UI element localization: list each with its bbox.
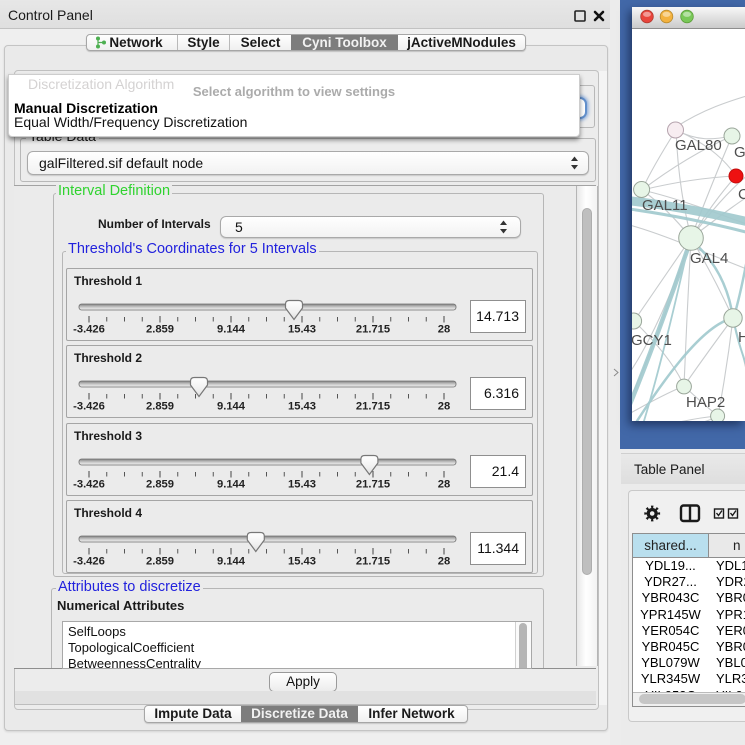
svg-text:28: 28 xyxy=(438,479,450,491)
svg-text:H: H xyxy=(738,329,745,346)
svg-text:28: 28 xyxy=(438,401,450,413)
svg-text:2.859: 2.859 xyxy=(146,556,174,568)
svg-text:21.715: 21.715 xyxy=(356,556,390,568)
svg-text:21.715: 21.715 xyxy=(356,401,390,413)
svg-text:2.859: 2.859 xyxy=(146,324,174,336)
svg-text:2.859: 2.859 xyxy=(146,479,174,491)
svg-text:-3.426: -3.426 xyxy=(73,401,105,413)
svg-text:21.715: 21.715 xyxy=(356,479,390,491)
svg-text:28: 28 xyxy=(438,324,450,336)
svg-text:15.43: 15.43 xyxy=(288,324,316,336)
svg-text:9.144: 9.144 xyxy=(217,479,246,491)
svg-text:C: C xyxy=(738,186,745,203)
svg-text:-3.426: -3.426 xyxy=(73,556,105,568)
svg-text:-3.426: -3.426 xyxy=(73,324,105,336)
svg-text:-3.426: -3.426 xyxy=(73,479,105,491)
svg-text:2.859: 2.859 xyxy=(146,401,174,413)
svg-text:GAL80: GAL80 xyxy=(675,137,722,154)
svg-text:15.43: 15.43 xyxy=(288,479,316,491)
svg-text:15.43: 15.43 xyxy=(288,556,316,568)
svg-text:9.144: 9.144 xyxy=(217,401,246,413)
svg-text:HAP2: HAP2 xyxy=(686,394,725,411)
svg-text:GAL11: GAL11 xyxy=(642,197,688,214)
svg-text:9.144: 9.144 xyxy=(217,556,246,568)
svg-text:9.144: 9.144 xyxy=(217,324,246,336)
svg-text:21.715: 21.715 xyxy=(356,324,390,336)
svg-text:GCY1: GCY1 xyxy=(632,332,672,349)
svg-text:28: 28 xyxy=(438,556,450,568)
svg-text:GAL4: GAL4 xyxy=(690,250,728,267)
svg-text:15.43: 15.43 xyxy=(288,401,316,413)
svg-text:G.: G. xyxy=(734,144,745,161)
